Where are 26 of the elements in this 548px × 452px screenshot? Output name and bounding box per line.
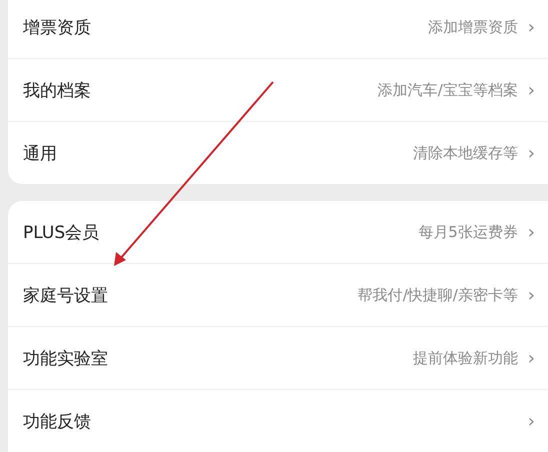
settings-row[interactable]: 功能反馈 ›	[8, 390, 548, 452]
chevron-icon: ›	[528, 80, 535, 100]
settings-row[interactable]: 我的档案 添加汽车/宝宝等档案 ›	[8, 59, 548, 122]
row-value: 每月5张运费券	[418, 222, 518, 242]
row-value: 添加汽车/宝宝等档案	[378, 80, 518, 100]
settings-row[interactable]: 家庭号设置 帮我付/快捷聊/亲密卡等 ›	[8, 264, 548, 327]
row-label: 功能实验室	[23, 348, 109, 370]
row-value: 添加增票资质	[428, 18, 518, 36]
row-label: 我的档案	[23, 80, 92, 102]
row-label: 功能反馈	[23, 410, 92, 432]
settings-row[interactable]: 通用 清除本地缓存等 ›	[8, 122, 548, 184]
settings-row[interactable]: 功能实验室 提前体验新功能 ›	[8, 327, 548, 390]
row-value: 提前体验新功能	[412, 348, 518, 368]
chevron-icon: ›	[528, 142, 535, 164]
chevron-icon: ›	[528, 16, 535, 38]
chevron-icon: ›	[528, 410, 535, 432]
row-label: 通用	[23, 142, 58, 164]
chevron-icon: ›	[528, 348, 535, 368]
row-label: 增票资质	[23, 16, 92, 38]
chevron-icon: ›	[528, 284, 535, 306]
settings-row[interactable]: 增票资质 添加增票资质 ›	[8, 0, 548, 59]
row-label: PLUS会员	[23, 222, 100, 244]
row-value: 帮我付/快捷聊/亲密卡等	[358, 286, 518, 304]
chevron-icon: ›	[528, 222, 535, 242]
row-label: 家庭号设置	[23, 284, 109, 306]
row-value: 清除本地缓存等	[412, 144, 518, 162]
